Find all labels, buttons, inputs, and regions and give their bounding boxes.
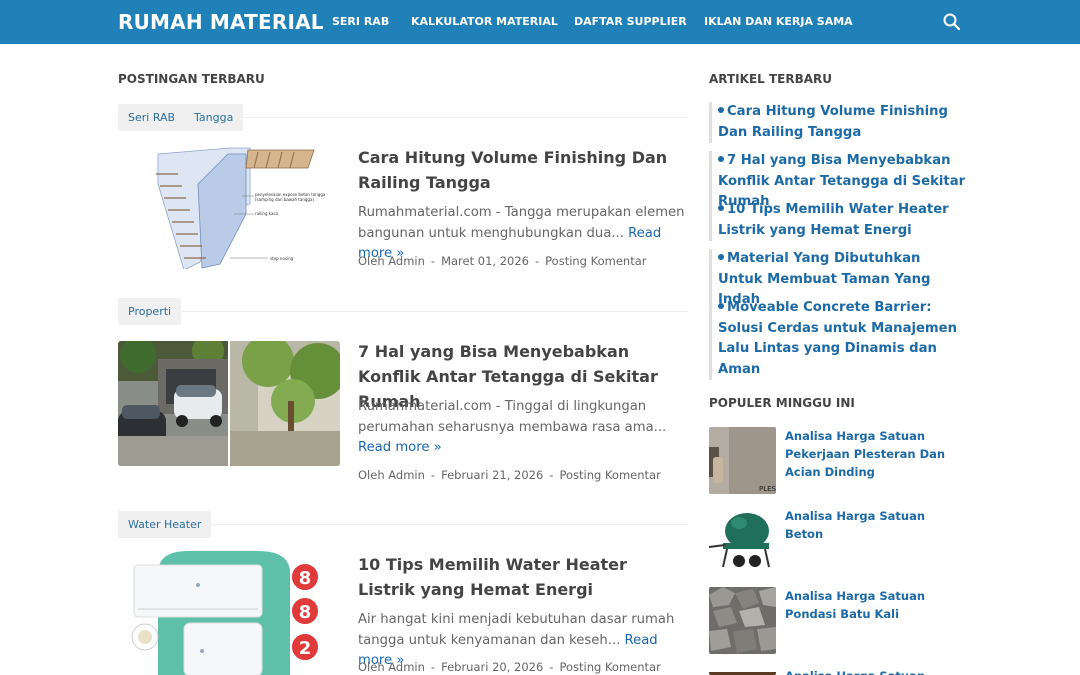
nav-seri-rab[interactable]: SERI RAB (332, 15, 389, 28)
rating-badge: 8 (299, 602, 312, 623)
popular-thumbnail[interactable] (709, 667, 776, 675)
latest-section-title: ARTIKEL TERBARU (709, 72, 832, 86)
diagram-label: step nosing (270, 256, 294, 261)
top-nav-bar: RUMAH MATERIAL SERI RAB KALKULATOR MATER… (0, 0, 1080, 44)
popular-item-title[interactable]: Analisa Harga Satuan Pekerjaan (785, 667, 965, 675)
post-thumbnail-stairs[interactable]: penyelesaian expose beton tangga (sampin… (118, 144, 340, 269)
post-thumbnail-houses[interactable] (118, 341, 340, 466)
post-thumbnail-water-heater[interactable]: 8 8 2 (118, 551, 340, 675)
post-date[interactable]: Februari 20, 2026 (441, 660, 543, 674)
post-comment-link[interactable]: Posting Komentar (559, 660, 660, 674)
popular-thumbnail-mixer[interactable] (709, 507, 776, 574)
nav-daftar-supplier[interactable]: DAFTAR SUPPLIER (574, 15, 687, 28)
post-author[interactable]: Oleh Admin (358, 660, 425, 674)
post-card: Seri RAB Tangga penyelesaian expose beto… (118, 104, 688, 284)
post-meta: Oleh Admin - Maret 01, 2026- Posting Koment… (358, 254, 647, 268)
post-date[interactable]: Maret 01, 2026 (441, 254, 529, 268)
bullet-icon (718, 156, 724, 162)
latest-article-link[interactable]: 10 Tips Memilih Water Heater Listrik yan… (709, 200, 969, 241)
latest-article-title[interactable]: Cara Hitung Volume Finishing Dan Railing… (718, 104, 948, 140)
bullet-icon (718, 205, 724, 211)
rating-badge: 2 (299, 638, 312, 659)
meta-separator: - (430, 254, 436, 268)
post-excerpt: Rumahmaterial.com - Tinggal di lingkunga… (358, 397, 688, 459)
popular-item-title[interactable]: Analisa Harga Satuan Pekerjaan Plesteran… (785, 427, 965, 481)
post-card: Properti 7 Hal yang Bisa Menyebabkan Kon… (118, 298, 688, 498)
nav-iklan-kerja-sama[interactable]: IKLAN DAN KERJA SAMA (704, 15, 853, 28)
popular-section-title: POPULER MINGGU INI (709, 396, 855, 410)
nav-kalkulator-material[interactable]: KALKULATOR MATERIAL (411, 15, 558, 28)
latest-article-link[interactable]: Moveable Concrete Barrier: Solusi Cerdas… (709, 298, 969, 380)
posts-section-title: POSTINGAN TERBARU (118, 72, 265, 86)
post-title[interactable]: 10 Tips Memilih Water Heater Listrik yan… (358, 552, 688, 602)
read-more-link[interactable]: Read more » (358, 440, 442, 455)
meta-separator: - (549, 660, 554, 674)
post-tags: Water Heater (118, 511, 688, 538)
tag-link[interactable]: Water Heater (118, 511, 212, 538)
popular-thumbnail-plaster[interactable]: PLES (709, 427, 776, 494)
meta-separator: - (549, 468, 554, 482)
excerpt-text: Rumahmaterial.com - Tinggal di lingkunga… (358, 399, 667, 435)
post-card: Water Heater 8 8 2 10 Tips Memilih Water… (118, 511, 688, 675)
bullet-icon (718, 107, 724, 113)
tag-link[interactable]: Properti (118, 298, 182, 325)
post-tags: Properti (118, 298, 688, 325)
latest-article-link[interactable]: Cara Hitung Volume Finishing Dan Railing… (709, 102, 969, 143)
tag-divider (118, 311, 688, 312)
post-meta: Oleh Admin - Februari 20, 2026- Posting Kom… (358, 660, 661, 674)
post-date[interactable]: Februari 21, 2026 (441, 468, 543, 482)
tag-link[interactable]: Seri RAB (118, 104, 186, 131)
post-meta: Oleh Admin - Februari 21, 2026- Posting Kom… (358, 468, 661, 482)
post-comment-link[interactable]: Posting Komentar (545, 254, 646, 268)
thumbnail-text: PLES (759, 485, 776, 493)
meta-separator: - (534, 254, 540, 268)
bullet-icon (718, 254, 724, 260)
post-author[interactable]: Oleh Admin (358, 468, 425, 482)
post-title[interactable]: Cara Hitung Volume Finishing Dan Railing… (358, 145, 688, 195)
meta-separator: - (430, 468, 436, 482)
site-logo[interactable]: RUMAH MATERIAL (118, 10, 324, 34)
latest-article-title[interactable]: Moveable Concrete Barrier: Solusi Cerdas… (718, 300, 957, 377)
post-author[interactable]: Oleh Admin (358, 254, 425, 268)
popular-item-title[interactable]: Analisa Harga Satuan Beton (785, 507, 965, 543)
popular-thumbnail-stones[interactable] (709, 587, 776, 654)
latest-article-title[interactable]: 10 Tips Memilih Water Heater Listrik yan… (718, 202, 949, 238)
post-tags: Seri RAB Tangga (118, 104, 688, 131)
meta-separator: - (430, 660, 436, 674)
rating-badge: 8 (299, 568, 312, 589)
popular-item-title[interactable]: Analisa Harga Satuan Pondasi Batu Kali (785, 587, 965, 623)
diagram-label: (samping dan bawah tangga) (255, 197, 314, 202)
tag-link[interactable]: Tangga (184, 104, 244, 131)
bullet-icon (718, 303, 724, 309)
post-comment-link[interactable]: Posting Komentar (559, 468, 660, 482)
diagram-label: railing kaca (255, 211, 279, 216)
search-icon[interactable] (942, 12, 962, 32)
